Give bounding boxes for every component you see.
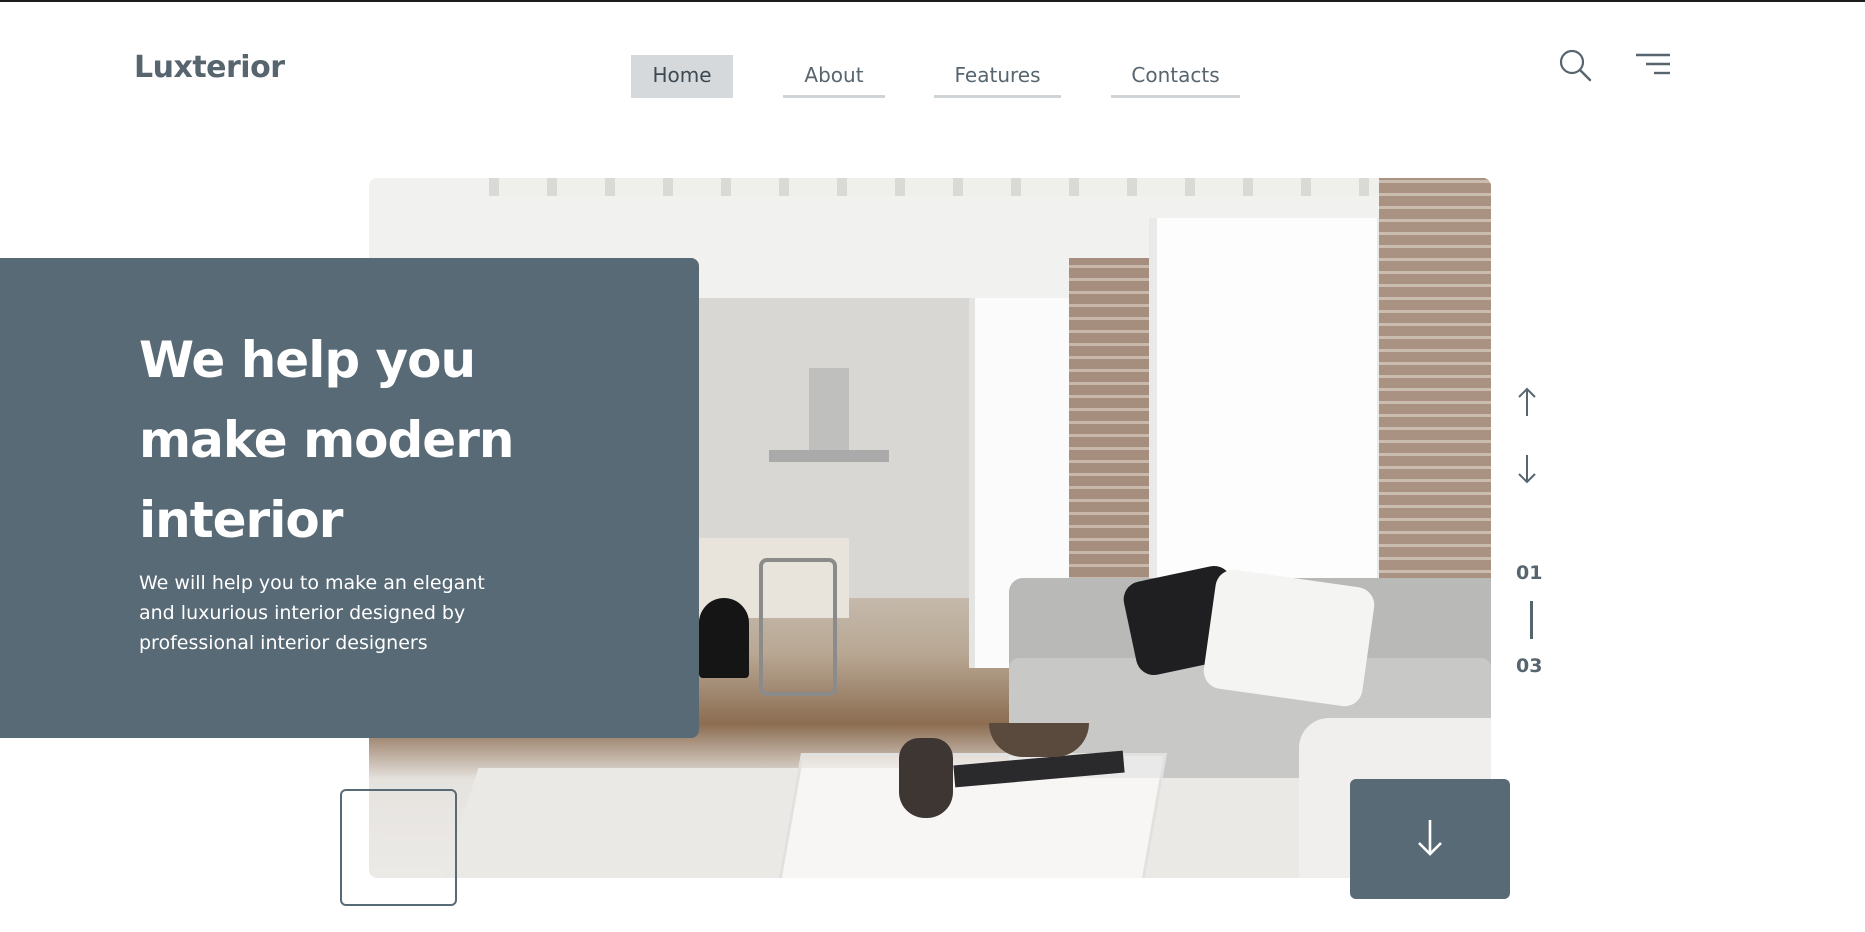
arrow-down-icon (1415, 817, 1445, 861)
menu-icon[interactable] (1636, 53, 1670, 77)
nav-item-features[interactable]: Features (934, 55, 1061, 98)
top-border-line (0, 0, 1865, 2)
nav-item-contacts[interactable]: Contacts (1111, 55, 1240, 98)
slide-divider (1530, 601, 1533, 639)
arrow-down-icon[interactable] (1517, 453, 1537, 485)
search-icon[interactable] (1558, 48, 1592, 82)
nav-item-home[interactable]: Home (631, 55, 733, 98)
nav-item-about[interactable]: About (783, 55, 885, 98)
arrow-up-icon[interactable] (1517, 386, 1537, 418)
hero-headline: We help you make modern interior (139, 331, 514, 549)
scroll-down-button[interactable] (1350, 779, 1510, 899)
hero-subtext: We will help you to make an elegant and … (139, 572, 485, 654)
brand-logo[interactable]: Luxterior (134, 50, 285, 85)
decorative-outline-square (340, 789, 457, 906)
slide-total: 03 (1516, 655, 1543, 677)
slide-current: 01 (1516, 562, 1543, 584)
